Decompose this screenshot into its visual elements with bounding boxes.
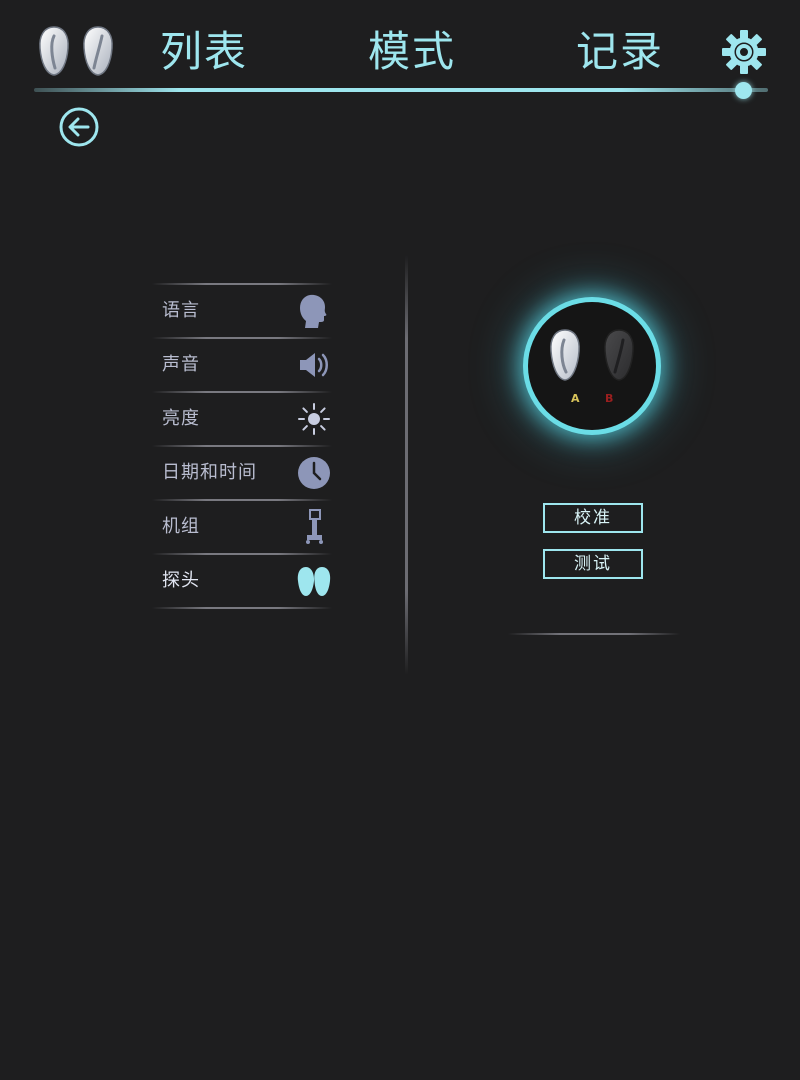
probe-pair-icon xyxy=(550,329,634,381)
probe-a-label: A xyxy=(571,392,580,405)
clock-icon xyxy=(298,457,330,489)
probes-logo-icon xyxy=(39,26,113,76)
menu-item-label: 亮度 xyxy=(162,408,200,429)
nav-indicator-line xyxy=(34,88,768,92)
speaker-icon xyxy=(300,353,328,377)
nav-tab-records[interactable]: 记录 xyxy=(576,26,664,78)
menu-item-probes[interactable]: 探头 xyxy=(152,555,332,607)
probe-status-display: A B xyxy=(528,302,656,430)
nav-tab-list[interactable]: 列表 xyxy=(160,26,248,78)
panel-divider xyxy=(508,633,680,635)
gear-icon[interactable] xyxy=(720,28,768,76)
menu-item-label: 声音 xyxy=(162,354,200,375)
menu-item-date-time[interactable]: 日期和时间 xyxy=(152,447,332,499)
settings-menu: 语言 声音 亮度 日期和时间 机组 探头 xyxy=(152,283,332,609)
nav-tab-mode[interactable]: 模式 xyxy=(368,26,456,78)
brightness-sun-icon xyxy=(298,403,330,435)
menu-item-label: 机组 xyxy=(162,516,200,537)
menu-item-label: 探头 xyxy=(162,570,200,591)
menu-item-label: 日期和时间 xyxy=(162,462,257,483)
menu-item-unit[interactable]: 机组 xyxy=(152,501,332,553)
cart-unit-icon xyxy=(306,509,323,544)
menu-item-label: 语言 xyxy=(162,300,200,321)
vertical-divider xyxy=(405,255,408,675)
calibrate-button[interactable]: 校准 xyxy=(543,503,643,533)
menu-item-brightness[interactable]: 亮度 xyxy=(152,393,332,445)
test-button[interactable]: 测试 xyxy=(543,549,643,579)
probe-b-label: B xyxy=(605,392,614,405)
menu-divider xyxy=(152,607,332,609)
top-navigation-bar: 列表 模式 记录 xyxy=(0,0,800,110)
back-arrow-icon[interactable] xyxy=(58,106,100,148)
menu-item-sound[interactable]: 声音 xyxy=(152,339,332,391)
nav-active-indicator-dot xyxy=(735,82,752,99)
probes-icon xyxy=(297,567,331,596)
head-profile-icon xyxy=(300,294,327,328)
menu-item-language[interactable]: 语言 xyxy=(152,285,332,337)
